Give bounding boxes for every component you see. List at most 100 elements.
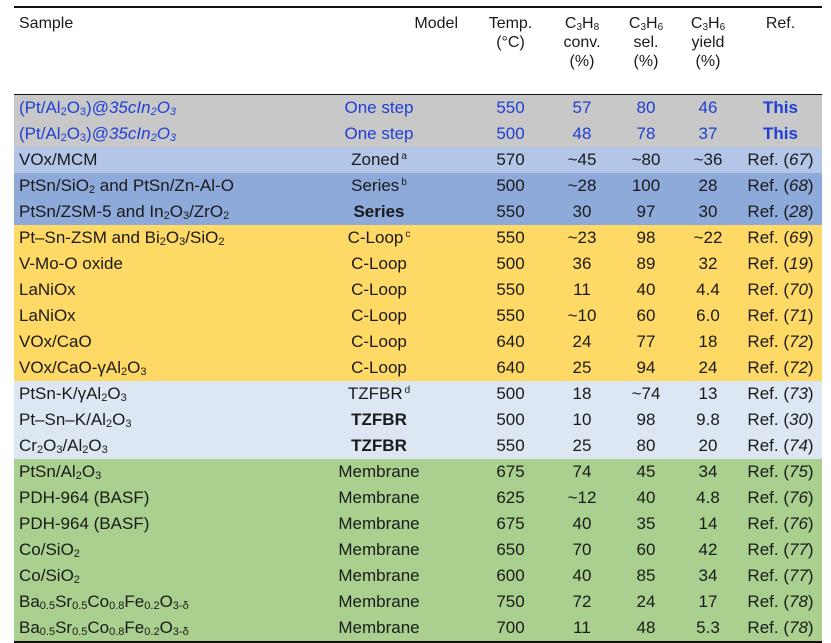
- cell-temp: 650: [496, 540, 525, 559]
- cell-ref: Ref. (77): [747, 566, 814, 585]
- table-row: LaNiOx C-Loop 550 11 40 4.4 Ref. (70): [14, 277, 822, 303]
- header-ref: Ref.: [765, 15, 796, 32]
- cell-ref: Ref. (74): [747, 436, 814, 455]
- ref-number: 75: [788, 462, 808, 481]
- model-text: Series: [351, 176, 400, 195]
- cell-yield: 20: [698, 436, 718, 455]
- model-text: TZFBR: [347, 384, 403, 403]
- table-row: Co/SiO2 Membrane 600 40 85 34 Ref. (77): [14, 563, 822, 589]
- model-text: Membrane: [338, 462, 420, 481]
- ref-number: 69: [788, 228, 808, 247]
- table-header: Sample Model Temp. (°C) C3H8 conv. (%) C…: [14, 8, 822, 94]
- cell-yield: 37: [698, 124, 718, 143]
- model-text: Membrane: [338, 488, 420, 507]
- cell-model: C-Loop: [286, 303, 472, 329]
- cell-yield: 13: [698, 384, 718, 403]
- model-text: Membrane: [338, 540, 420, 559]
- ref-number: 76: [788, 488, 808, 507]
- cell-selectivity: 97: [636, 202, 656, 221]
- header-yield-line1: C3H6: [690, 15, 726, 33]
- cell-model: C-Loop: [286, 277, 472, 303]
- cell-temp: 700: [496, 618, 525, 637]
- cell-model: Series b: [286, 173, 472, 199]
- cell-sample: VOx/MCM: [19, 150, 98, 169]
- cell-conversion: 40: [572, 514, 592, 533]
- cell-yield: 6.0: [696, 306, 720, 325]
- cell-temp: 570: [496, 150, 525, 169]
- cell-sample: LaNiOx: [19, 306, 76, 325]
- cell-model: C-Loop: [286, 355, 472, 381]
- cell-selectivity: 89: [636, 254, 656, 273]
- cell-sample: PtSn-K/γAl2O3: [19, 384, 127, 404]
- model-text: C-Loop: [351, 254, 407, 273]
- header-sel-line1: C3H6: [628, 15, 664, 33]
- cell-selectivity: ~74: [631, 384, 661, 403]
- cell-temp: 500: [496, 410, 525, 429]
- cell-model: One step: [286, 95, 472, 121]
- cell-selectivity: 77: [636, 332, 656, 351]
- table-row: PDH-964 (BASF) Membrane 625 ~12 40 4.8 Ref. (7…: [14, 485, 822, 511]
- cell-model: TZFBR d: [286, 381, 472, 407]
- cell-sample: LaNiOx: [19, 280, 76, 299]
- header-sample: Sample: [19, 15, 74, 32]
- cell-temp: 550: [496, 98, 525, 117]
- table-row: (Pt/Al2O3)@35cIn2O3 One step 550 57 80 46 This: [14, 95, 822, 121]
- cell-model: Series: [286, 199, 472, 225]
- cell-selectivity: 98: [636, 228, 656, 247]
- model-text: One step: [344, 124, 414, 143]
- cell-ref: Ref. (19): [747, 254, 814, 273]
- cell-sample: PDH-964 (BASF): [19, 488, 150, 507]
- table-row: LaNiOx C-Loop 550 ~10 60 6.0 Ref. (71): [14, 303, 822, 329]
- ref-number: 68: [788, 176, 808, 195]
- footnote-marker: a: [401, 151, 407, 162]
- header-conv-line3: (%): [569, 53, 595, 70]
- cell-sample: VOx/CaO: [19, 332, 92, 351]
- cell-ref: Ref. (77): [747, 540, 814, 559]
- cell-yield: 17: [698, 592, 718, 611]
- cell-selectivity: 98: [636, 410, 656, 429]
- table-row: V-Mo-O oxide C-Loop 500 36 89 32 Ref. (19): [14, 251, 822, 277]
- cell-temp: 550: [496, 202, 525, 221]
- cell-conversion: 48: [572, 124, 592, 143]
- cell-ref: Ref. (78): [747, 618, 814, 637]
- ref-number: 76: [788, 514, 808, 533]
- cell-temp: 500: [496, 254, 525, 273]
- cell-selectivity: 35: [636, 514, 656, 533]
- cell-temp: 550: [496, 306, 525, 325]
- cell-model: Membrane: [286, 589, 472, 615]
- cell-conversion: ~28: [567, 176, 597, 195]
- table-row: Ba0.5Sr0.5Co0.8Fe0.2O3-δ Membrane 700 11 48 5…: [14, 615, 822, 641]
- table-row: Ba0.5Sr0.5Co0.8Fe0.2O3-δ Membrane 750 72 24 1…: [14, 589, 822, 615]
- model-text: C-Loop: [351, 332, 407, 351]
- ref-number: 78: [788, 618, 808, 637]
- cell-sample: PDH-964 (BASF): [19, 514, 150, 533]
- model-text: Membrane: [338, 514, 420, 533]
- cell-sample: Pt–Sn–K/Al2O3: [19, 410, 132, 430]
- cell-model: Membrane: [286, 537, 472, 563]
- cell-ref: Ref. (71): [747, 306, 814, 325]
- header-temp-line1: Temp.: [488, 15, 533, 32]
- cell-temp: 550: [496, 280, 525, 299]
- model-text: TZFBR: [351, 410, 407, 429]
- footnote-marker: c: [405, 229, 411, 240]
- header-conv-line2: conv.: [563, 34, 601, 51]
- header-conv-line1: C3H8: [564, 15, 600, 33]
- table-row: PtSn/ZSM-5 and In2O3/ZrO2 Series 550 30 97 30…: [14, 199, 822, 225]
- cell-selectivity: 60: [636, 306, 656, 325]
- cell-conversion: 70: [572, 540, 592, 559]
- cell-temp: 625: [496, 488, 525, 507]
- model-text: Membrane: [338, 566, 420, 585]
- cell-temp: 600: [496, 566, 525, 585]
- cell-selectivity: 45: [636, 462, 656, 481]
- cell-temp: 550: [496, 436, 525, 455]
- cell-yield: 4.8: [696, 488, 720, 507]
- cell-yield: ~22: [693, 228, 723, 247]
- cell-yield: 32: [698, 254, 718, 273]
- header-temp-line2: (°C): [496, 34, 525, 51]
- comparison-table: Sample Model Temp. (°C) C3H8 conv. (%) C…: [14, 6, 822, 643]
- ref-number: 67: [788, 150, 808, 169]
- ref-number: 78: [788, 592, 808, 611]
- table-row: Co/SiO2 Membrane 650 70 60 42 Ref. (77): [14, 537, 822, 563]
- cell-model: Membrane: [286, 485, 472, 511]
- header-yield-line2: yield: [691, 34, 725, 51]
